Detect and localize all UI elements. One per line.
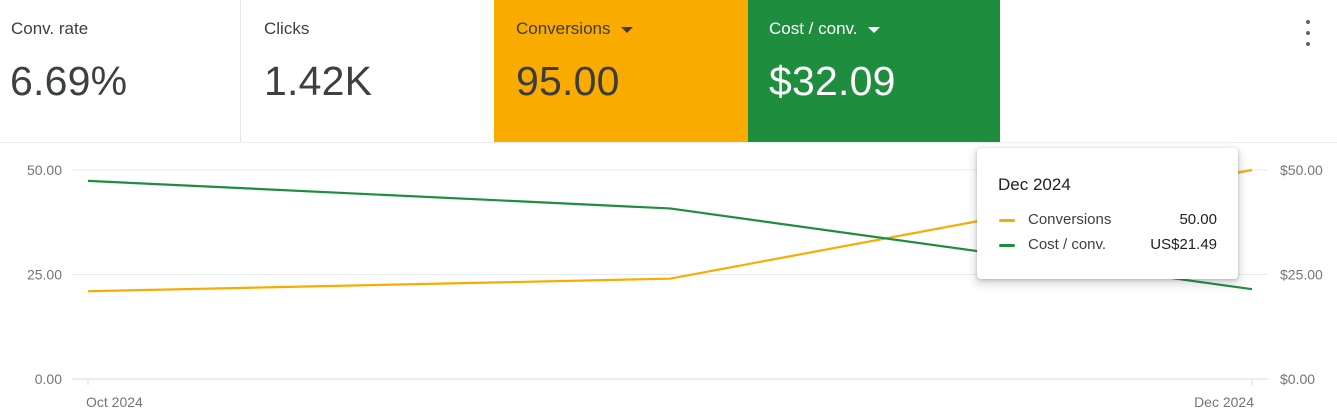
metric-card-cost-per-conv[interactable]: Cost / conv. $32.09	[748, 0, 1000, 142]
dropdown-arrow-icon[interactable]	[867, 27, 880, 33]
tooltip-row-cost-per-conv: Cost / conv. US$21.49	[999, 236, 1217, 256]
metric-label: Conversions	[516, 19, 633, 39]
metric-card-conversions[interactable]: Conversions 95.00	[494, 0, 748, 142]
tooltip-row-conversions: Conversions 50.00	[999, 211, 1217, 231]
metric-label: Conv. rate	[11, 19, 89, 38]
metric-cards: Conv. rate 6.69% Clicks 1.42K Conversion…	[0, 0, 1337, 142]
metric-card-clicks[interactable]: Clicks 1.42K	[242, 0, 494, 142]
x-tick-label: Dec 2024	[1194, 394, 1254, 410]
chart-tooltip: Dec 2024 Conversions 50.00 Cost / conv. …	[977, 148, 1238, 279]
y-left-tick-label: 25.00	[27, 267, 62, 283]
metric-value: 6.69%	[10, 58, 128, 104]
tooltip-title: Dec 2024	[998, 175, 1071, 194]
dropdown-arrow-icon[interactable]	[620, 27, 633, 33]
y-right-tick-label: $50.00	[1280, 162, 1323, 178]
tooltip-series-value: 50.00	[1179, 211, 1217, 228]
metric-value: 1.42K	[264, 58, 373, 104]
legend-swatch	[999, 244, 1015, 247]
metric-label: Cost / conv.	[769, 19, 880, 39]
metric-label: Clicks	[264, 19, 310, 38]
x-tick-label: Oct 2024	[86, 394, 143, 410]
y-left-tick-label: 50.00	[27, 162, 62, 178]
y-left-tick-label: 0.00	[35, 371, 62, 387]
y-right-tick-label: $0.00	[1280, 371, 1315, 387]
metric-card-conv-rate[interactable]: Conv. rate 6.69%	[0, 0, 241, 142]
tooltip-series-value: US$21.49	[1150, 236, 1217, 253]
more-vert-icon[interactable]	[1296, 20, 1320, 46]
legend-swatch	[999, 219, 1015, 222]
tooltip-series-name: Conversions	[1028, 211, 1112, 228]
tooltip-series-name: Cost / conv.	[1028, 236, 1107, 253]
metric-value: $32.09	[769, 58, 896, 104]
y-right-tick-label: $25.00	[1280, 267, 1323, 283]
metric-value: 95.00	[516, 58, 620, 104]
